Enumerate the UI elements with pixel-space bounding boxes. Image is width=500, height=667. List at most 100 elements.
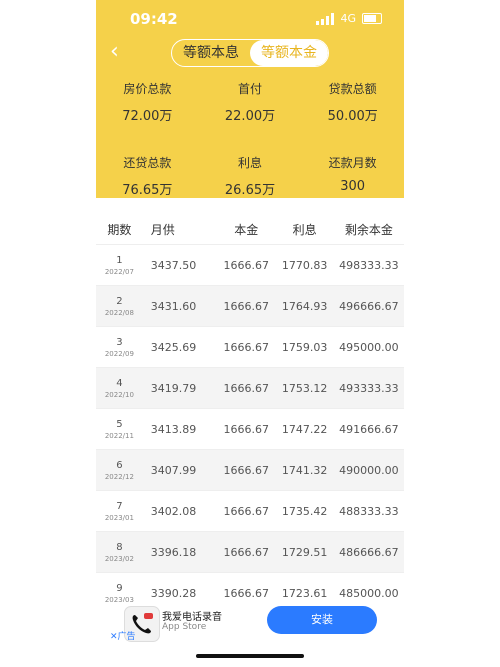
table-row: 5 2022/11 3413.89 1666.67 1747.22 491666.… <box>96 408 404 449</box>
cell-interest: 1741.32 <box>281 463 328 477</box>
cell-period: 8 2023/02 <box>96 542 143 563</box>
cell-interest: 1770.83 <box>281 258 328 272</box>
period-number: 3 <box>116 336 123 348</box>
cell-payment: 3419.79 <box>150 381 197 395</box>
header-panel: 09:42 4G ‹ 等额本息 等额本金 房价总款 72.00万 首付 22.0… <box>96 0 404 198</box>
status-bar: 09:42 4G <box>96 8 404 32</box>
period-number: 9 <box>116 582 123 594</box>
cell-principal: 1666.67 <box>223 463 269 477</box>
cell-period: 3 2022/09 <box>96 337 143 358</box>
cell-payment: 3390.28 <box>150 586 197 600</box>
tab-equal-installment[interactable]: 等额本息 <box>172 40 250 66</box>
install-button[interactable]: 安装 <box>267 606 377 634</box>
summary-value: 26.65万 <box>224 183 276 198</box>
summary-value: 76.65万 <box>122 183 173 198</box>
summary-value: 300 <box>340 179 366 194</box>
repayment-method-toggle: 等额本息 等额本金 <box>171 39 329 67</box>
cell-period: 7 2023/01 <box>96 501 143 522</box>
period-number: 6 <box>116 459 123 471</box>
signal-icon <box>316 12 335 25</box>
period-number: 5 <box>116 418 123 430</box>
period-number: 1 <box>116 254 123 266</box>
col-payment: 月供 <box>150 223 175 237</box>
cell-interest: 1735.42 <box>281 504 328 518</box>
cell-period: 6 2022/12 <box>96 460 143 481</box>
cell-remaining: 493333.33 <box>339 381 399 395</box>
cell-remaining: 496666.67 <box>339 299 399 313</box>
cell-principal: 1666.67 <box>223 586 269 600</box>
period-date: 2022/08 <box>104 308 134 317</box>
period-date: 2022/10 <box>104 390 134 399</box>
cell-principal: 1666.67 <box>223 381 269 395</box>
back-icon[interactable]: ‹ <box>110 41 130 63</box>
cell-principal: 1666.67 <box>223 422 269 436</box>
summary-total-repayment: 还贷总款 76.65万 <box>96 154 199 198</box>
cell-payment: 3425.69 <box>150 340 197 354</box>
summary-interest: 利息 26.65万 <box>199 154 302 198</box>
battery-icon <box>362 13 382 24</box>
table-row: 4 2022/10 3419.79 1666.67 1753.12 493333.… <box>96 367 404 408</box>
cell-period: 2 2022/08 <box>96 296 143 317</box>
cell-interest: 1753.12 <box>281 381 328 395</box>
cell-principal: 1666.67 <box>223 299 269 313</box>
cell-payment: 3407.99 <box>150 463 197 477</box>
phone-screen: 09:42 4G ‹ 等额本息 等额本金 房价总款 72.00万 首付 22.0… <box>96 0 404 667</box>
cell-period: 4 2022/10 <box>96 378 143 399</box>
col-principal: 本金 <box>234 223 259 237</box>
loan-summary: 房价总款 72.00万 首付 22.00万 贷款总额 50.00万 还贷总款 7… <box>96 80 404 198</box>
ad-banner[interactable]: 我爱电话录音 App Store ✕广告 安装 <box>96 602 404 644</box>
period-date: 2022/09 <box>104 349 134 358</box>
col-period: 期数 <box>107 223 132 237</box>
cell-period: 1 2022/07 <box>96 255 143 276</box>
cell-interest: 1723.61 <box>281 586 328 600</box>
col-remaining: 剩余本金 <box>344 223 393 237</box>
cell-principal: 1666.67 <box>223 258 269 272</box>
ad-close-button[interactable]: ✕广告 <box>110 629 136 642</box>
table-row: 7 2023/01 3402.08 1666.67 1735.42 488333.… <box>96 490 404 531</box>
table-header: 期数 月供 本金 利息 剩余本金 <box>96 216 404 244</box>
period-date: 2022/12 <box>104 472 134 481</box>
cell-payment: 3437.50 <box>150 258 197 272</box>
summary-down-payment: 首付 22.00万 <box>199 80 302 124</box>
cell-payment: 3431.60 <box>150 299 197 313</box>
cell-period: 9 2023/03 <box>96 583 143 604</box>
cell-interest: 1729.51 <box>281 545 328 559</box>
col-interest: 利息 <box>292 223 317 237</box>
summary-months: 还款月数 300 <box>301 154 404 198</box>
ad-app-name: 我爱电话录音 <box>162 612 222 623</box>
status-icons: 4G <box>316 12 382 25</box>
cell-remaining: 498333.33 <box>339 258 399 272</box>
cell-remaining: 488333.33 <box>339 504 399 518</box>
summary-loan-amount: 贷款总额 50.00万 <box>301 80 404 124</box>
summary-row-1: 房价总款 72.00万 首付 22.00万 贷款总额 50.00万 <box>96 80 404 124</box>
cell-remaining: 490000.00 <box>339 463 399 477</box>
summary-row-2: 还贷总款 76.65万 利息 26.65万 还款月数 300 <box>96 154 404 198</box>
summary-house-price: 房价总款 72.00万 <box>96 80 199 124</box>
cell-remaining: 485000.00 <box>339 586 399 600</box>
summary-label: 还贷总款 <box>123 156 172 170</box>
cell-remaining: 491666.67 <box>339 422 399 436</box>
repayment-table: 1 2022/07 3437.50 1666.67 1770.83 498333.… <box>96 244 404 613</box>
home-indicator[interactable] <box>196 654 304 658</box>
cell-period: 5 2022/11 <box>96 419 143 440</box>
table-row: 3 2022/09 3425.69 1666.67 1759.03 495000.… <box>96 326 404 367</box>
cell-payment: 3396.18 <box>150 545 197 559</box>
cell-payment: 3413.89 <box>150 422 197 436</box>
period-date: 2023/01 <box>104 513 134 522</box>
table-row: 6 2022/12 3407.99 1666.67 1741.32 490000.… <box>96 449 404 490</box>
cell-principal: 1666.67 <box>223 545 269 559</box>
cell-interest: 1747.22 <box>281 422 328 436</box>
tab-equal-principal[interactable]: 等额本金 <box>250 40 328 66</box>
cell-principal: 1666.67 <box>223 504 269 518</box>
cell-principal: 1666.67 <box>223 340 269 354</box>
summary-label: 房价总款 <box>123 82 172 96</box>
summary-label: 还款月数 <box>328 156 377 170</box>
period-number: 2 <box>116 295 123 307</box>
cell-remaining: 486666.67 <box>339 545 399 559</box>
ad-store-label: App Store <box>162 622 207 632</box>
summary-value: 22.00万 <box>224 109 276 124</box>
network-label: 4G <box>340 12 356 25</box>
cell-interest: 1759.03 <box>281 340 328 354</box>
table-row: 8 2023/02 3396.18 1666.67 1729.51 486666.… <box>96 531 404 572</box>
table-row: 2 2022/08 3431.60 1666.67 1764.93 496666.… <box>96 285 404 326</box>
